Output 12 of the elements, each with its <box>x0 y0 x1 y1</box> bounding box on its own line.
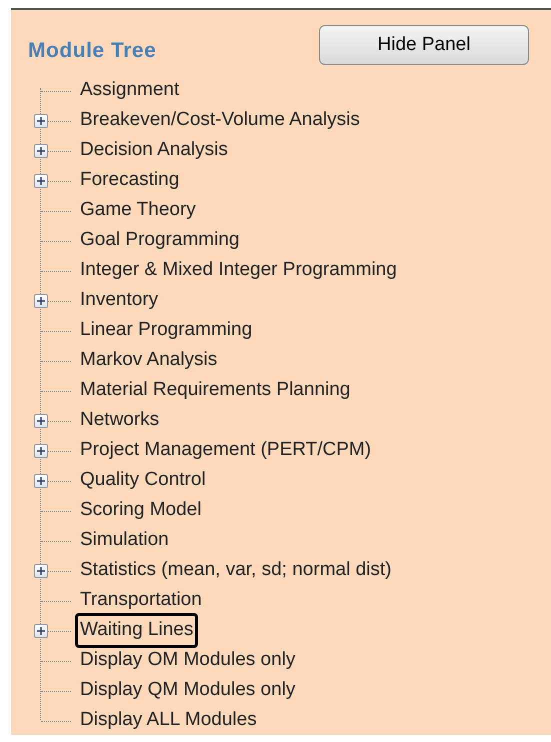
expand-icon[interactable] <box>34 414 48 428</box>
expand-icon[interactable] <box>34 564 48 578</box>
expand-icon[interactable] <box>34 114 48 128</box>
expand-icon[interactable] <box>34 624 48 638</box>
expand-icon[interactable] <box>34 294 48 308</box>
expand-icon[interactable] <box>34 474 48 488</box>
expand-icon[interactable] <box>34 144 48 158</box>
tree-item[interactable]: Waiting Lines <box>75 613 198 648</box>
panel-title: Module Tree <box>28 38 156 64</box>
hide-panel-button[interactable]: Hide Panel <box>319 24 529 65</box>
expand-icon[interactable] <box>34 444 48 458</box>
expand-icon[interactable] <box>34 174 48 188</box>
